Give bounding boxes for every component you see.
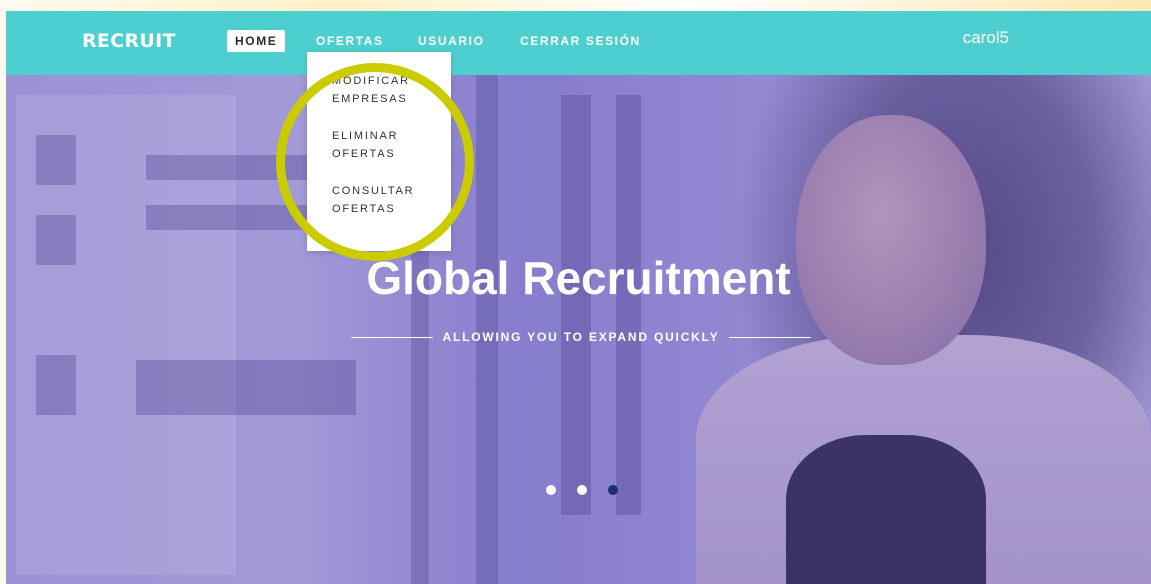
dropdown-item-modificar-empresas[interactable]: MODIFICAR EMPRESAS [332,72,442,108]
screenshot-frame: Global Recruitment ALLOWING YOU TO EXPAN… [0,0,1151,584]
hero-title: Global Recruitment [366,252,791,304]
carousel-dot-3[interactable] [608,485,618,495]
carousel-dot-1[interactable] [546,485,556,495]
brand-logo[interactable]: RECRUIT [82,30,176,52]
carousel-indicators [546,485,626,497]
current-username: carol5 [962,28,1009,47]
dropdown-item-eliminar-ofertas[interactable]: ELIMINAR OFERTAS [332,127,442,163]
browser-viewport: Global Recruitment ALLOWING YOU TO EXPAN… [6,11,1151,584]
hero-tagline-row: ALLOWING YOU TO EXPAND QUICKLY [351,325,812,349]
carousel-dot-2[interactable] [577,485,587,495]
nav-cerrar-sesion[interactable]: CERRAR SESIÓN [512,30,649,52]
nav-usuario[interactable]: USUARIO [410,30,493,52]
ofertas-dropdown-menu: MODIFICAR EMPRESAS ELIMINAR OFERTAS CONS… [307,52,451,251]
tagline-left-rule [351,336,433,338]
dropdown-item-consultar-ofertas[interactable]: CONSULTAR OFERTAS [332,182,442,218]
top-navbar: RECRUIT HOME OFERTAS USUARIO CERRAR SESI… [6,11,1151,75]
nav-home[interactable]: HOME [227,30,286,52]
nav-ofertas[interactable]: OFERTAS [308,30,392,52]
tagline-right-rule [729,336,812,338]
hero-tagline: ALLOWING YOU TO EXPAND QUICKLY [442,330,720,344]
